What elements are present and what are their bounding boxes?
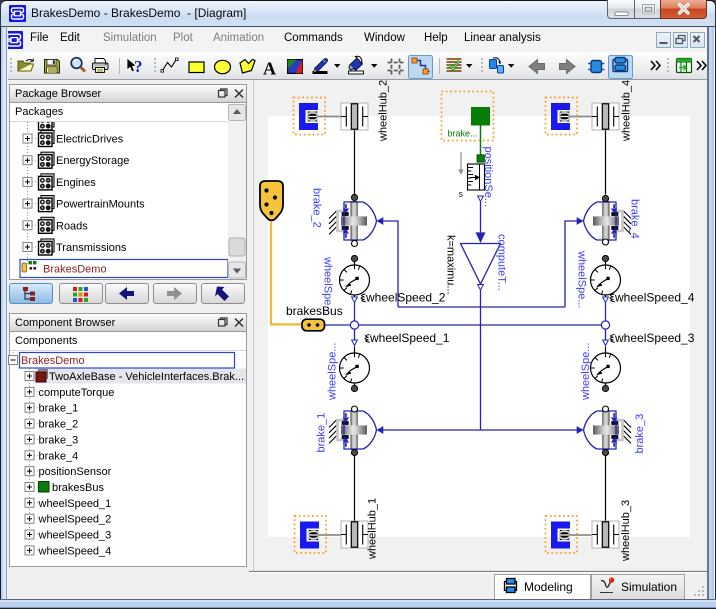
svg-text:wheelSpeed_4: wheelSpeed_4 — [38, 545, 112, 557]
svg-text:brake_1: brake_1 — [316, 413, 328, 453]
svg-text:?: ? — [134, 57, 143, 76]
svg-text:wheelHub_2: wheelHub_2 — [378, 80, 390, 142]
svg-text:brake_3: brake_3 — [634, 414, 646, 454]
svg-text:wheelHub_3: wheelHub_3 — [620, 500, 632, 562]
svg-text:computeTorque: computeTorque — [39, 387, 115, 399]
svg-text:wheelSpeed_4: wheelSpeed_4 — [614, 291, 695, 305]
svg-text:brake_2: brake_2 — [311, 188, 323, 228]
svg-text:Roads: Roads — [56, 220, 88, 232]
svg-text:k=maximu...: k=maximu... — [445, 235, 457, 295]
svg-text:brake_3: brake_3 — [39, 434, 79, 446]
svg-text:computeT...: computeT... — [496, 234, 508, 291]
svg-text:brake...: brake... — [448, 129, 478, 139]
svg-text:positionSe...: positionSe... — [482, 147, 494, 208]
svg-text:brakesBus: brakesBus — [52, 482, 104, 494]
svg-text:brake_4: brake_4 — [629, 199, 641, 239]
svg-text:wheelSpe...: wheelSpe... — [322, 256, 334, 314]
svg-text:wheelSpe...: wheelSpe... — [327, 343, 339, 401]
svg-text:Engines: Engines — [56, 177, 96, 189]
svg-text:wheelSpeed_1: wheelSpeed_1 — [369, 331, 450, 345]
svg-text:wheelSpeed_2: wheelSpeed_2 — [38, 514, 112, 526]
svg-text:BrakesDemo: BrakesDemo — [43, 264, 107, 276]
svg-text:ElectricDrives: ElectricDrives — [56, 134, 124, 146]
svg-text:s: s — [459, 189, 464, 199]
svg-text:PowertrainMounts: PowertrainMounts — [56, 199, 145, 211]
svg-text:wheelHub_1: wheelHub_1 — [367, 498, 379, 560]
svg-text:wheelSpeed_1: wheelSpeed_1 — [38, 498, 112, 510]
svg-text:wheelHub_4: wheelHub_4 — [621, 80, 633, 142]
svg-text:A: A — [263, 59, 276, 79]
svg-text:brake_4: brake_4 — [39, 450, 79, 462]
svg-text:BrakesDemo: BrakesDemo — [21, 355, 85, 367]
svg-text:Transmissions: Transmissions — [56, 242, 127, 254]
svg-text:TwoAxleBase - VehicleInterface: TwoAxleBase - VehicleInterfaces.Brak... — [49, 371, 244, 383]
svg-text:wheelSpeed_3: wheelSpeed_3 — [614, 331, 695, 345]
svg-text:wheelSpe...: wheelSpe... — [580, 343, 592, 401]
svg-text:positionSensor: positionSensor — [39, 466, 112, 478]
svg-text:brake_1: brake_1 — [39, 403, 79, 415]
svg-text:wheelSpeed_2: wheelSpeed_2 — [365, 291, 446, 305]
svg-text:wheelSpe...: wheelSpe... — [576, 250, 588, 308]
svg-text:wheelSpeed_3: wheelSpeed_3 — [38, 530, 112, 542]
svg-text:brake_2: brake_2 — [39, 419, 79, 431]
svg-text:EnergyStorage: EnergyStorage — [56, 155, 129, 167]
